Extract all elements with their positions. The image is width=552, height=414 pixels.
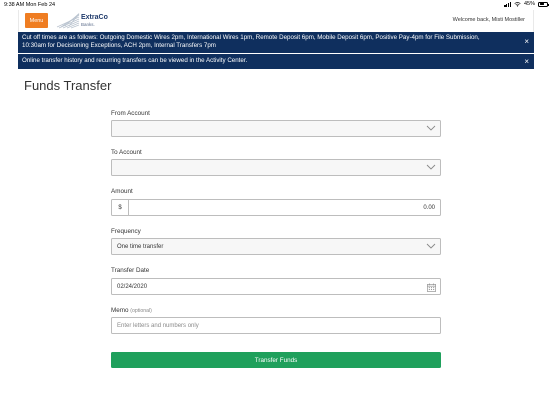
frequency-label: Frequency [111, 228, 141, 235]
amount-label: Amount [111, 188, 133, 195]
app-header: Menu ExtraCo Banks. Welcome back, Misti … [18, 10, 534, 32]
transfer-funds-button[interactable]: Transfer Funds [111, 352, 441, 368]
memo-placeholder: Enter letters and numbers only [117, 323, 199, 329]
from-account-select[interactable] [111, 120, 441, 137]
alert-text: Cut off times are as follows: Outgoing D… [22, 34, 480, 50]
currency-prefix: $ [112, 200, 129, 216]
memo-optional-hint: (optional) [130, 308, 152, 314]
page-title: Funds Transfer [24, 78, 112, 93]
transfer-date-label: Transfer Date [111, 267, 150, 274]
transfer-date-value: 02/24/2020 [117, 284, 148, 290]
frequency-value: One time transfer [117, 244, 164, 250]
amount-value: 0.00 [423, 205, 435, 211]
status-time: 9:38 AM Mon Feb 24 [4, 2, 56, 8]
transfer-date-input[interactable]: 02/24/2020 [111, 278, 441, 295]
to-account-label: To Account [111, 149, 142, 156]
status-icons: 45% [504, 1, 549, 7]
alert-text: Online transfer history and recurring tr… [22, 57, 248, 65]
cellular-signal-icon [504, 2, 511, 7]
battery-percent: 45% [523, 1, 535, 7]
calendar-icon[interactable] [427, 282, 436, 292]
battery-icon [538, 1, 549, 7]
from-account-label: From Account [111, 110, 150, 117]
welcome-message: Welcome back, Misti Mostiller [452, 17, 525, 23]
close-icon[interactable]: × [524, 38, 529, 46]
amount-input[interactable]: $ 0.00 [111, 199, 441, 216]
memo-input[interactable]: Enter letters and numbers only [111, 317, 441, 334]
to-account-select[interactable] [111, 159, 441, 176]
chevron-down-icon [426, 164, 436, 170]
memo-label: Memo (optional) [111, 307, 152, 314]
logo-subtitle: Banks. [81, 22, 95, 27]
status-bar: 9:38 AM Mon Feb 24 45% [0, 0, 552, 10]
wifi-icon [514, 1, 521, 7]
cutoff-times-alert: Cut off times are as follows: Outgoing D… [18, 32, 534, 53]
chevron-down-icon [426, 125, 436, 131]
logo-name: ExtraCo [81, 14, 108, 21]
chevron-down-icon [426, 243, 436, 249]
activity-center-alert: Online transfer history and recurring tr… [18, 54, 534, 69]
close-icon[interactable]: × [524, 57, 529, 66]
frequency-select[interactable]: One time transfer [111, 238, 441, 255]
memo-label-text: Memo [111, 307, 129, 314]
menu-button[interactable]: Menu [25, 13, 48, 28]
